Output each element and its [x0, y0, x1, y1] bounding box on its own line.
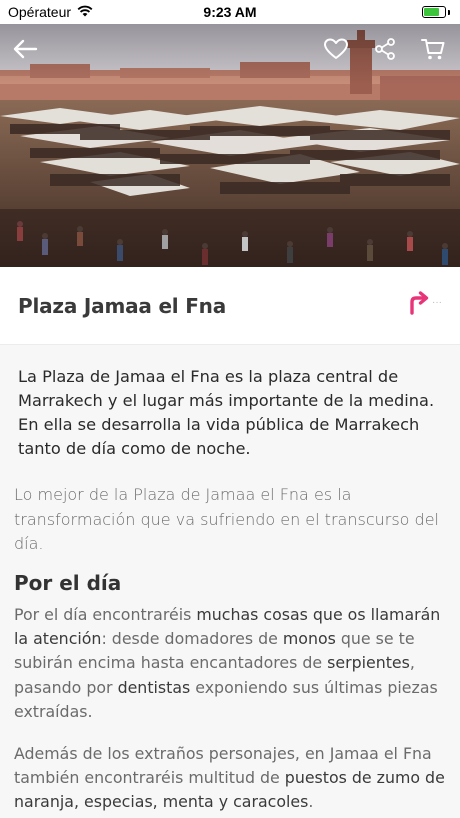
status-bar: Opérateur 9:23 AM [0, 0, 460, 24]
more-dots-icon: ··· [432, 297, 442, 308]
battery-icon [422, 6, 450, 18]
place-title-bar: Plaza Jamaa el Fna ··· [0, 267, 460, 345]
day-paragraph: Por el día encontraréis muchas cosas que… [0, 595, 460, 725]
directions-button[interactable]: ··· [408, 291, 442, 320]
favorite-button[interactable] [321, 36, 351, 66]
section-title: Por el día [14, 570, 122, 595]
highlight-text: dentistas [117, 677, 191, 697]
cart-icon [420, 37, 446, 66]
hero-image [0, 24, 460, 267]
share-icon [373, 37, 397, 66]
lead-paragraph: La Plaza de Jamaa el Fna es la plaza cen… [18, 367, 435, 458]
highlight-text: monos [282, 628, 336, 648]
article-content: La Plaza de Jamaa el Fna es la plaza cen… [0, 345, 460, 818]
status-left: Opérateur [8, 4, 93, 20]
arrow-left-icon [12, 38, 38, 65]
place-title: Plaza Jamaa el Fna [18, 293, 227, 318]
text-span: : desde domadores de [101, 628, 283, 648]
highlight-text: serpientes [327, 653, 410, 673]
carrier-label: Opérateur [8, 4, 72, 20]
text-span: . [308, 792, 314, 812]
intro-paragraph: Lo mejor de la Plaza de Jamaa el Fna es … [14, 485, 439, 553]
cart-button[interactable] [418, 36, 448, 66]
back-button[interactable] [10, 36, 40, 66]
wifi-icon [77, 4, 93, 20]
stalls-paragraph: Además de los extraños personajes, en Ja… [0, 725, 460, 815]
share-button[interactable] [370, 36, 400, 66]
heart-icon [323, 37, 349, 66]
turn-right-arrow-icon [408, 291, 430, 320]
text-span: Por el día encontraréis [14, 604, 197, 624]
